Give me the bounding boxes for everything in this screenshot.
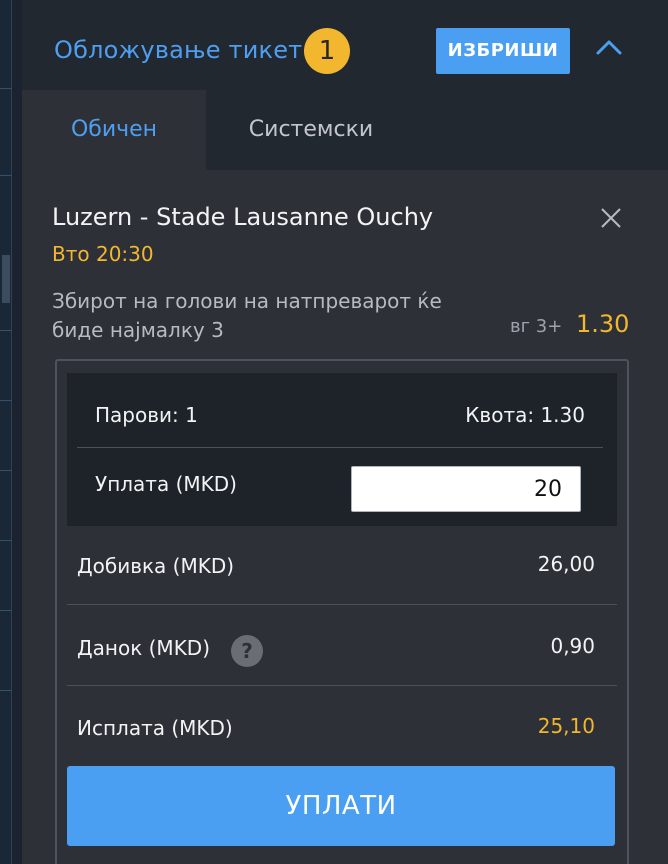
selection-count-badge: 1: [304, 28, 350, 74]
betslip-header: Обложување тикет 1 ИЗБРИШИ: [22, 0, 668, 90]
background-page-edge: [0, 0, 12, 864]
pairs-label: Парови: 1: [95, 403, 198, 427]
stake-inner: Парови: 1 Квота: 1.30 Уплата (MKD): [67, 373, 617, 526]
match-name: Luzern - Stade Lausanne Ouchy: [52, 203, 434, 231]
chevron-up-icon: [596, 40, 622, 55]
tax-label: Данок (MKD): [77, 636, 211, 660]
edge-divider: [0, 540, 12, 541]
edge-divider: [0, 400, 12, 401]
stake-box: Парови: 1 Квота: 1.30 Уплата (MKD) Добив…: [55, 359, 629, 864]
clear-betslip-button[interactable]: ИЗБРИШИ: [436, 28, 570, 74]
collapse-button[interactable]: [592, 30, 626, 64]
edge-divider: [0, 330, 12, 331]
edge-divider: [0, 470, 12, 471]
payout-value: 25,10: [537, 714, 595, 738]
market-description: Збирот на голови на натпреварот ќе биде …: [52, 289, 442, 342]
edge-divider: [0, 690, 12, 691]
tab-single[interactable]: Обичен: [22, 90, 206, 170]
total-odds: Квота: 1.30: [465, 403, 585, 427]
tab-system[interactable]: Системски: [206, 90, 416, 170]
pick-label: вг 3+: [510, 316, 563, 337]
divider: [67, 685, 617, 686]
place-bet-button[interactable]: УПЛАТИ: [67, 766, 615, 846]
remove-selection-button[interactable]: [598, 205, 624, 231]
divider: [67, 604, 617, 605]
kickoff-time: Вто 20:30: [52, 242, 154, 266]
edge-divider: [0, 175, 12, 176]
bet-type-tabs: Обичен Системски: [22, 90, 668, 170]
winnings-value: 26,00: [537, 552, 595, 576]
stake-label: Уплата (MKD): [95, 472, 237, 496]
pick-odds: 1.30: [576, 310, 630, 338]
tax-value: 0,90: [550, 634, 595, 658]
payout-label: Исплата (MKD): [77, 716, 233, 740]
edge-block: [2, 255, 10, 303]
stake-input[interactable]: [351, 466, 581, 512]
betslip-panel: Обложување тикет 1 ИЗБРИШИ Обичен Систем…: [22, 0, 668, 864]
divider: [77, 447, 603, 448]
edge-divider: [0, 610, 12, 611]
betslip-title[interactable]: Обложување тикет: [54, 36, 302, 64]
close-icon: [601, 208, 621, 228]
edge-divider: [0, 88, 12, 89]
winnings-label: Добивка (MKD): [77, 554, 235, 578]
question-icon[interactable]: ?: [231, 635, 263, 667]
